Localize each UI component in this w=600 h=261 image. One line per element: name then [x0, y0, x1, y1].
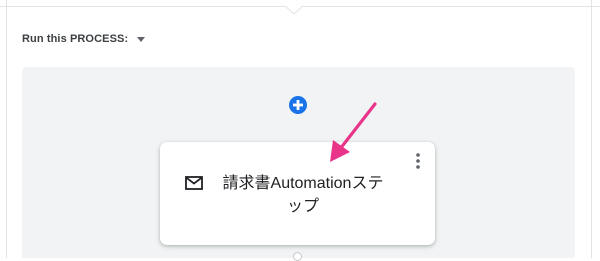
caret-down-icon [137, 36, 146, 42]
run-process-dropdown[interactable]: Run this PROCESS: [22, 31, 146, 47]
run-process-label: Run this PROCESS: [22, 33, 129, 45]
step-card[interactable]: 請求書Automationステップ [160, 142, 435, 245]
add-step-button[interactable] [288, 95, 308, 115]
connector-dot [293, 252, 302, 261]
notch-pointer [283, 0, 305, 15]
more-vert-icon[interactable] [410, 151, 426, 171]
step-title: 請求書Automationステップ [222, 175, 384, 215]
mail-icon [185, 176, 203, 190]
